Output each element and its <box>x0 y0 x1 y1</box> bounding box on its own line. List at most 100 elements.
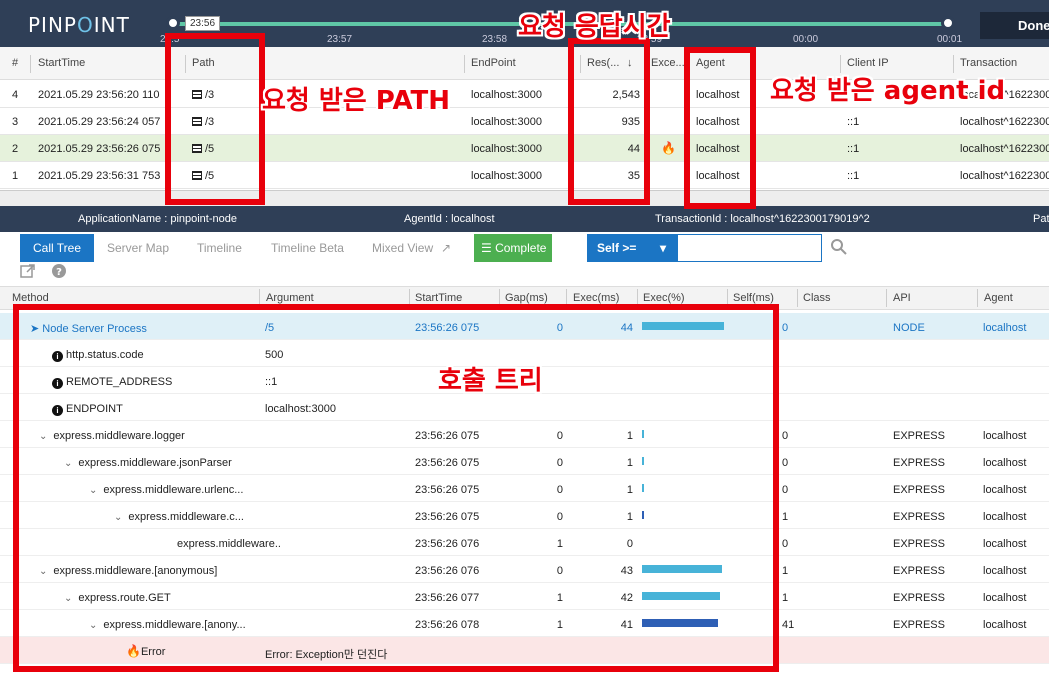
tree-agent: localhost <box>983 511 1027 523</box>
row-transaction: localhost^1622300 <box>960 143 1049 155</box>
col-gap[interactable]: Gap(ms) <box>505 292 548 304</box>
application-name: ApplicationName : pinpoint-node <box>78 213 237 225</box>
tree-self: 41 <box>782 619 795 631</box>
row-endpoint: localhost:3000 <box>471 116 542 128</box>
tree-api: EXPRESS <box>893 511 945 523</box>
annotation-agent-id: 요청 받은 agent id <box>770 76 1006 106</box>
row-starttime: 2021.05.29 23:56:20 110 <box>38 89 160 101</box>
tree-agent: localhost <box>983 484 1027 496</box>
complete-button[interactable]: ☰ Complete <box>474 234 552 262</box>
pinpoint-app: PINPOINT 23:56 23:5 23:57 23:58 23:59 00… <box>0 0 1049 679</box>
row-endpoint: localhost:3000 <box>471 143 542 155</box>
col-exec-pct[interactable]: Exec(%) <box>643 292 685 304</box>
timeline-end-handle[interactable] <box>941 16 955 30</box>
call-tree-highlight-box <box>13 304 779 672</box>
col-agent[interactable]: Agent <box>984 292 1013 304</box>
col-api[interactable]: API <box>893 292 911 304</box>
row-starttime: 2021.05.29 23:56:31 753 <box>38 170 161 182</box>
tab-timeline-beta[interactable]: Timeline Beta <box>271 234 344 262</box>
timeline-start-handle[interactable] <box>166 16 180 30</box>
path-info: Pat <box>1033 213 1049 225</box>
tab-mixed-view[interactable]: Mixed View <box>372 234 433 262</box>
row-endpoint: localhost:3000 <box>471 89 542 101</box>
tree-api: EXPRESS <box>893 538 945 550</box>
tab-timeline[interactable]: Timeline <box>197 234 242 262</box>
col-class[interactable]: Class <box>803 292 831 304</box>
self-filter-select[interactable]: Self >= ▾ <box>587 234 677 262</box>
agent-highlight-box <box>684 47 756 209</box>
col-argument[interactable]: Argument <box>266 292 314 304</box>
transaction-row[interactable]: 2 2021.05.29 23:56:26 075/5 localhost:3000… <box>0 135 1049 162</box>
external-link-icon[interactable]: ↗ <box>441 234 451 262</box>
col-endpoint[interactable]: EndPoint <box>471 57 516 69</box>
timeline-tick: 00:01 <box>937 34 963 45</box>
fire-icon: 🔥 <box>661 141 676 155</box>
transaction-row[interactable]: 3 2021.05.29 23:56:24 057/3 localhost:3000… <box>0 108 1049 135</box>
split-handle[interactable] <box>0 190 1049 206</box>
tree-self: 0 <box>782 322 789 334</box>
self-filter-input[interactable] <box>677 234 822 262</box>
search-icon[interactable] <box>830 238 848 256</box>
timeline-tooltip: 23:56 <box>185 16 221 31</box>
col-method[interactable]: Method <box>12 292 49 304</box>
tree-agent: localhost <box>983 565 1027 577</box>
row-transaction: localhost^1622300 <box>960 116 1049 128</box>
col-num[interactable]: # <box>12 57 18 69</box>
tree-self: 0 <box>782 484 789 496</box>
tab-call-tree[interactable]: Call Tree <box>20 234 94 262</box>
row-endpoint: localhost:3000 <box>471 170 542 182</box>
transaction-info-bar: ApplicationName : pinpoint-node AgentId … <box>0 206 1049 232</box>
tree-agent: localhost <box>983 538 1027 550</box>
path-highlight-box <box>165 33 265 205</box>
done-button[interactable]: Done <box>980 12 1049 39</box>
agent-id: AgentId : localhost <box>404 213 495 225</box>
tree-self: 0 <box>782 538 789 550</box>
col-transaction[interactable]: Transaction <box>960 57 1017 69</box>
tree-agent: localhost <box>983 619 1027 631</box>
row-client-ip: ::1 <box>847 116 860 128</box>
annotation-path: 요청 받은 PATH <box>262 86 451 116</box>
tree-api: EXPRESS <box>893 619 945 631</box>
tree-api: EXPRESS <box>893 484 945 496</box>
chevron-down-icon: ▾ <box>660 241 667 255</box>
tree-self: 1 <box>782 592 789 604</box>
timeline-tick: 23:57 <box>327 34 353 45</box>
transaction-row[interactable]: 1 2021.05.29 23:56:31 753/5 localhost:3000… <box>0 162 1049 189</box>
tree-api: EXPRESS <box>893 430 945 442</box>
svg-text:?: ? <box>56 267 62 278</box>
help-icon[interactable]: ? <box>51 263 67 279</box>
tree-api: EXPRESS <box>893 457 945 469</box>
timeline-tick: 23:58 <box>482 34 508 45</box>
col-starttime[interactable]: StartTime <box>415 292 462 304</box>
row-num: 1 <box>12 170 19 182</box>
col-starttime[interactable]: StartTime <box>38 57 85 69</box>
tree-api: EXPRESS <box>893 592 945 604</box>
row-num: 4 <box>12 89 19 101</box>
col-client-ip[interactable]: Client IP <box>847 57 889 69</box>
row-client-ip: ::1 <box>847 170 860 182</box>
tree-agent: localhost <box>983 430 1027 442</box>
list-icon: ☰ <box>481 241 496 255</box>
row-transaction: localhost^1622300 <box>960 170 1049 182</box>
tree-api: EXPRESS <box>893 565 945 577</box>
col-exec[interactable]: Exec(ms) <box>573 292 619 304</box>
annotation-response-time: 요청 응답시간 <box>518 12 671 42</box>
tab-server-map[interactable]: Server Map <box>107 234 169 262</box>
row-num: 3 <box>12 116 19 128</box>
tree-self: 1 <box>782 511 789 523</box>
tree-self: 0 <box>782 457 789 469</box>
row-client-ip: ::1 <box>847 143 860 155</box>
pinpoint-logo: PINPOINT <box>28 13 130 37</box>
col-self[interactable]: Self(ms) <box>733 292 774 304</box>
response-highlight-box <box>568 38 650 205</box>
row-starttime: 2021.05.29 23:56:24 057 <box>38 116 161 128</box>
timeline-tick: 00:00 <box>793 34 819 45</box>
open-window-icon[interactable] <box>20 263 36 279</box>
col-exception[interactable]: Exce... <box>651 57 685 69</box>
tree-api: NODE <box>893 322 925 334</box>
transaction-id: TransactionId : localhost^1622300179019^… <box>655 213 870 225</box>
row-starttime: 2021.05.29 23:56:26 075 <box>38 143 161 155</box>
row-num: 2 <box>12 143 19 155</box>
annotation-call-tree: 호출 트리 <box>438 366 543 396</box>
tree-agent: localhost <box>983 592 1027 604</box>
